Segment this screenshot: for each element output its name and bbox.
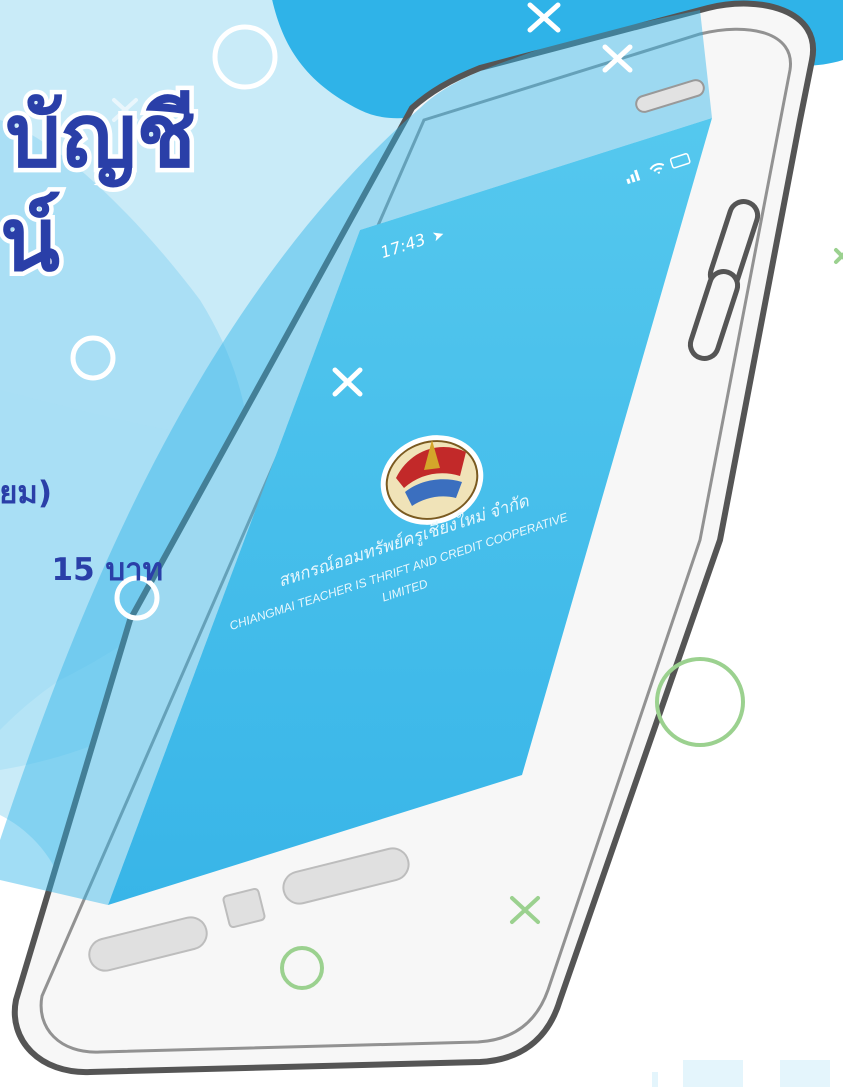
promo-headline-line1: บัญชี [1,84,201,187]
decor-square [683,1060,743,1087]
decor-square [780,1060,830,1087]
promo-headline-line2: น์ [0,188,65,291]
promo-poster: 17:43 ➤ สหกรณ์ออมทรัพย์ครูเชียงใหม่ จำกั… [0,0,843,1087]
promo-detail-line1: ยม) [0,475,52,511]
cross-mark-icon [834,248,843,264]
circle-outline-icon [655,657,745,747]
promo-detail-line2: 15 บาท [51,552,163,588]
decor-square [652,1072,658,1087]
